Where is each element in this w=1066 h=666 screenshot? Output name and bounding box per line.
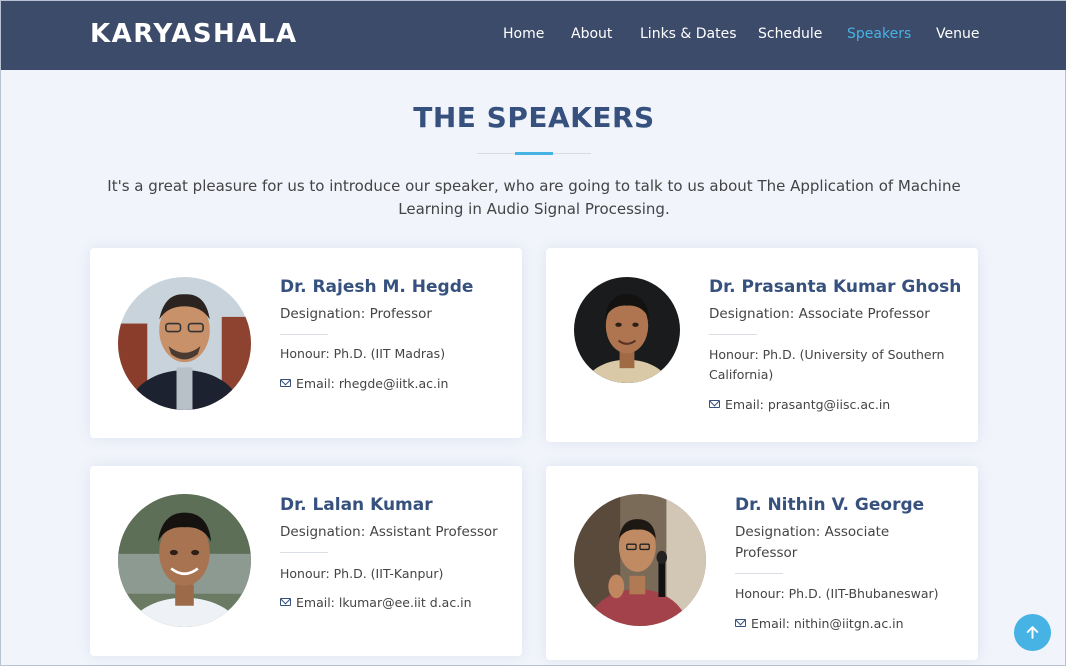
speaker-photo xyxy=(574,494,706,626)
speaker-card: Dr. Nithin V. George Designation: Associ… xyxy=(546,466,978,660)
speaker-card: Dr. Rajesh M. Hegde Designation: Profess… xyxy=(90,248,522,438)
speaker-honour: Honour: Ph.D. (University of Southern Ca… xyxy=(709,347,945,382)
nav-home[interactable]: Home xyxy=(503,26,544,42)
nav-about[interactable]: About xyxy=(571,26,612,42)
site-header: KARYASHALA Home About Links & Dates Sche… xyxy=(1,1,1066,70)
nav-speakers[interactable]: Speakers xyxy=(847,26,911,42)
arrow-up-icon xyxy=(1026,626,1039,639)
speaker-name: Dr. Nithin V. George xyxy=(735,495,925,515)
envelope-icon xyxy=(280,598,291,606)
nav-schedule[interactable]: Schedule xyxy=(758,26,822,42)
title-underline-accent xyxy=(515,152,553,155)
envelope-icon xyxy=(709,400,720,408)
speaker-photo xyxy=(118,277,251,410)
main-nav: Home About Links & Dates Schedule Speake… xyxy=(1,26,1066,46)
speaker-honour: Honour: Ph.D. (IIT-Kanpur) xyxy=(280,566,444,581)
speaker-email-text[interactable]: Email: prasantg@iisc.ac.in xyxy=(725,397,890,412)
speaker-card: Dr. Prasanta Kumar Ghosh Designation: As… xyxy=(546,248,978,442)
speaker-name: Dr. Lalan Kumar xyxy=(280,495,433,515)
speaker-email: Email: lkumar@ee.iit d.ac.in xyxy=(280,595,472,610)
speaker-card: Dr. Lalan Kumar Designation: Assistant P… xyxy=(90,466,522,656)
speaker-name: Dr. Rajesh M. Hegde xyxy=(280,277,474,297)
speaker-name: Dr. Prasanta Kumar Ghosh xyxy=(709,277,962,297)
speaker-designation: Designation: Associate Professor xyxy=(709,306,930,322)
speaker-designation: Designation: Assistant Professor xyxy=(280,524,498,540)
card-divider xyxy=(709,334,757,335)
speaker-email-text[interactable]: Email: lkumar@ee.iit d.ac.in xyxy=(296,595,472,610)
card-divider xyxy=(735,573,783,574)
back-to-top-button[interactable] xyxy=(1014,614,1051,651)
speaker-photo xyxy=(118,494,251,627)
speaker-honour: Honour: Ph.D. (IIT Madras) xyxy=(280,346,446,361)
envelope-icon xyxy=(735,619,746,627)
card-divider xyxy=(280,334,328,335)
section-title: THE SPEAKERS xyxy=(413,101,655,134)
section-intro: It's a great pleasure for us to introduc… xyxy=(107,177,961,218)
nav-venue[interactable]: Venue xyxy=(936,26,979,42)
nav-links-dates[interactable]: Links & Dates xyxy=(640,26,737,42)
speaker-email: Email: rhegde@iitk.ac.in xyxy=(280,376,448,391)
speaker-email-text[interactable]: Email: nithin@iitgn.ac.in xyxy=(751,616,904,631)
speaker-email: Email: prasantg@iisc.ac.in xyxy=(709,397,890,412)
speaker-honour: Honour: Ph.D. (IIT-Bhubaneswar) xyxy=(735,586,939,601)
speaker-email: Email: nithin@iitgn.ac.in xyxy=(735,616,904,631)
envelope-icon xyxy=(280,379,291,387)
card-divider xyxy=(280,552,328,553)
speaker-designation: Designation: Associate Professor xyxy=(735,524,890,561)
speaker-photo xyxy=(574,277,680,383)
speaker-email-text[interactable]: Email: rhegde@iitk.ac.in xyxy=(296,376,448,391)
speaker-designation: Designation: Professor xyxy=(280,306,432,322)
